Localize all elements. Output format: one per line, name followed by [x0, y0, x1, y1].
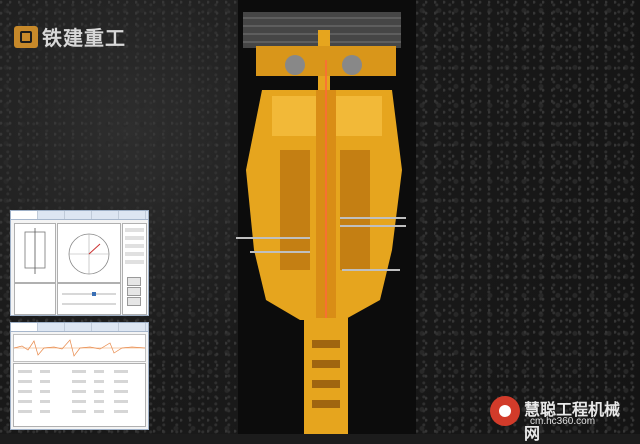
- tab-b1[interactable]: [11, 323, 38, 331]
- control-panel-bottom: [10, 322, 149, 430]
- boom-diagram: [14, 223, 56, 283]
- brand-icon: [14, 25, 38, 48]
- conveyor: [304, 318, 348, 434]
- panel-button-2[interactable]: [127, 287, 141, 296]
- tab-2[interactable]: [38, 211, 65, 219]
- tab-4[interactable]: [92, 211, 119, 219]
- tab-1[interactable]: [11, 211, 38, 219]
- tab-b5[interactable]: [119, 323, 146, 331]
- brand-name: 铁建重工: [42, 28, 126, 50]
- panel-button-1[interactable]: [127, 277, 141, 286]
- tab-5[interactable]: [119, 211, 146, 219]
- brand-logo: 铁建重工: [14, 22, 126, 51]
- parameter-table: [13, 363, 146, 427]
- watermark-url: cm.hc360.com: [530, 416, 596, 427]
- tab-b3[interactable]: [65, 323, 92, 331]
- waveform-plot: [13, 334, 146, 362]
- control-panel-top: [10, 210, 149, 316]
- angle-gauge: [57, 223, 121, 283]
- camera-view: 铁建重工 慧聪工程机械网 cm.hc360.com: [0, 0, 640, 443]
- tab-3[interactable]: [65, 211, 92, 219]
- panel-tabs-bottom: [11, 323, 148, 332]
- tab-b4[interactable]: [92, 323, 119, 331]
- panel-tabs: [11, 211, 148, 220]
- panel-button-3[interactable]: [127, 297, 141, 306]
- watermark-icon: [490, 396, 520, 426]
- tab-b2[interactable]: [38, 323, 65, 331]
- watermark: 慧聪工程机械网 cm.hc360.com: [486, 394, 634, 443]
- blank-view: [14, 283, 56, 315]
- slider-area: [57, 283, 121, 315]
